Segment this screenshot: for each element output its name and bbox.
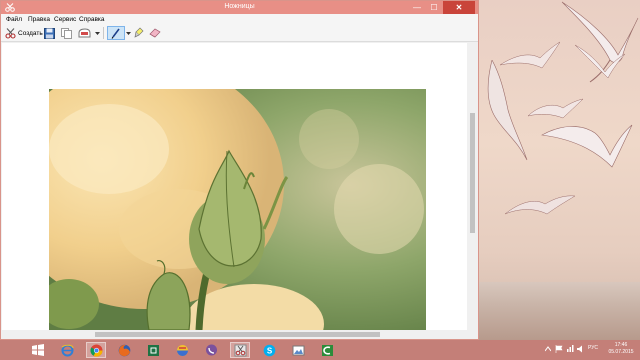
windows-start-icon <box>32 344 44 356</box>
taskbar-internet-explorer[interactable] <box>57 342 77 358</box>
taskbar-photos[interactable] <box>288 342 308 358</box>
clock-date: 05.07.2015 <box>608 349 634 355</box>
color-app-icon <box>176 344 188 356</box>
new-snip-button[interactable]: Создать <box>5 26 43 40</box>
seagull-image <box>528 98 583 119</box>
eraser-icon <box>149 28 161 38</box>
menu-edit[interactable]: Правка <box>28 16 50 23</box>
excel-icon <box>147 344 159 356</box>
window-title: Ножницы <box>224 3 255 10</box>
save-icon <box>44 27 55 39</box>
firefox-icon <box>118 344 130 356</box>
toolbar: Создать <box>1 24 478 42</box>
tray-chevron-up-icon[interactable] <box>545 346 551 352</box>
eraser-button[interactable] <box>149 26 161 40</box>
wallpaper-sea <box>478 282 640 340</box>
taskbar-color-app[interactable] <box>172 342 192 358</box>
snipping-tool-window: Ножницы — ☐ ✕ Файл Правка Сервис Справка… <box>0 0 479 340</box>
menu-file[interactable]: Файл <box>6 16 22 23</box>
snip-canvas[interactable] <box>2 43 467 330</box>
menu-help[interactable]: Справка <box>79 16 105 23</box>
minimize-button[interactable]: — <box>409 1 425 14</box>
send-snip-button[interactable] <box>78 26 92 40</box>
skype-icon: S <box>263 344 275 356</box>
menu-tools[interactable]: Сервис <box>54 16 76 23</box>
horizontal-scroll-thumb[interactable] <box>95 332 380 337</box>
photos-icon <box>292 345 304 355</box>
highlighter-button[interactable] <box>134 26 144 40</box>
title-bar[interactable]: Ножницы — ☐ ✕ <box>1 1 478 14</box>
close-button[interactable]: ✕ <box>443 1 475 14</box>
taskbar-chrome[interactable] <box>86 342 106 358</box>
toolbar-divider <box>103 27 104 39</box>
save-button[interactable] <box>44 26 55 40</box>
taskbar-clock[interactable]: 17:46 05.07.2015 <box>606 342 636 356</box>
taskbar-skype[interactable]: S <box>259 342 279 358</box>
tray-volume-icon[interactable] <box>577 345 585 353</box>
taskbar-camtasia[interactable] <box>317 342 337 358</box>
start-button[interactable] <box>28 342 48 358</box>
rose-photo-image <box>49 89 426 330</box>
taskbar-snipping-tool[interactable] <box>230 342 250 358</box>
captured-screenshot-image <box>49 89 426 330</box>
tray-language[interactable]: РУС <box>588 345 598 351</box>
copy-icon <box>61 27 72 39</box>
send-dropdown[interactable] <box>95 26 100 40</box>
maximize-button[interactable]: ☐ <box>426 1 442 14</box>
vertical-scroll-thumb[interactable] <box>470 113 475 233</box>
pen-icon <box>111 28 120 39</box>
seagull-image <box>574 44 625 79</box>
clock-time: 17:46 <box>614 342 628 348</box>
taskbar-excel[interactable] <box>143 342 163 358</box>
viber-icon <box>205 344 217 355</box>
camtasia-icon <box>321 344 333 356</box>
chrome-icon <box>89 344 102 357</box>
tray-network-icon[interactable] <box>566 345 574 353</box>
pen-button[interactable] <box>107 26 125 40</box>
scissors-icon <box>5 27 16 39</box>
chevron-down-icon <box>126 31 131 35</box>
seagull-image <box>500 41 560 69</box>
internet-explorer-icon <box>61 344 74 356</box>
taskbar-firefox[interactable] <box>114 342 134 358</box>
snipping-tool-icon <box>234 344 246 356</box>
seagull-image <box>541 124 633 168</box>
new-snip-label: Создать <box>18 29 43 37</box>
menu-bar: Файл Правка Сервис Справка <box>1 14 478 24</box>
vertical-scrollbar[interactable] <box>467 43 478 330</box>
tray-flag-icon[interactable] <box>555 345 563 353</box>
send-icon <box>78 27 91 37</box>
horizontal-scrollbar[interactable] <box>2 330 467 339</box>
seagull-image <box>505 195 575 215</box>
taskbar: S РУС 17:46 05.07.2015 <box>0 340 640 360</box>
chevron-down-icon <box>95 31 100 35</box>
taskbar-viber[interactable] <box>201 342 221 358</box>
svg-text:S: S <box>266 346 272 355</box>
pen-dropdown[interactable] <box>126 26 131 40</box>
copy-button[interactable] <box>61 26 72 40</box>
highlighter-icon <box>134 27 144 38</box>
